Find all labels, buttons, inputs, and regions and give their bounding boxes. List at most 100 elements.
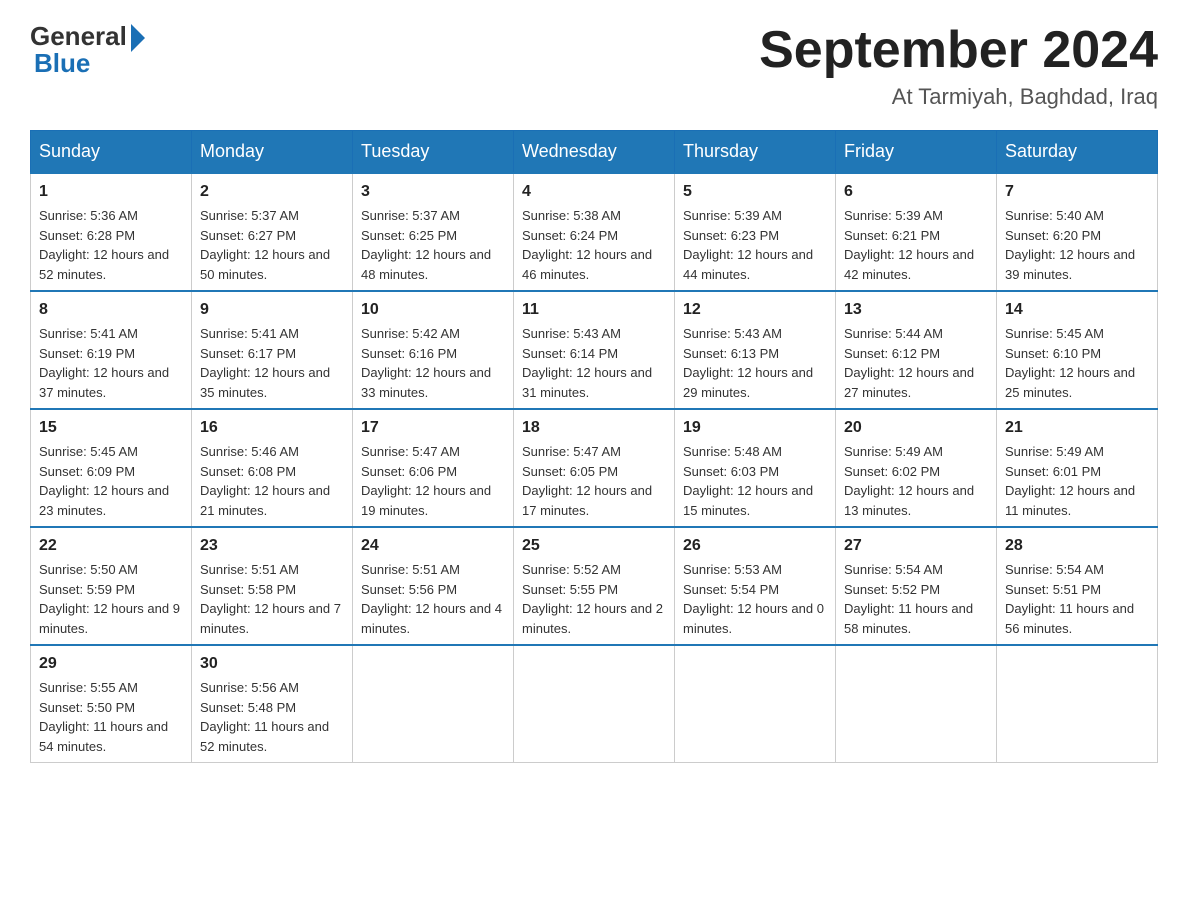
calendar-cell: 26Sunrise: 5:53 AMSunset: 5:54 PMDayligh… (675, 527, 836, 645)
sunrise-text: Sunrise: 5:37 AM (200, 208, 299, 223)
day-number: 22 (39, 534, 183, 558)
sunrise-text: Sunrise: 5:45 AM (1005, 326, 1104, 341)
daylight-text: Daylight: 12 hours and 52 minutes. (39, 247, 169, 282)
calendar-day-header: Sunday (31, 131, 192, 174)
sunrise-text: Sunrise: 5:42 AM (361, 326, 460, 341)
calendar-week-row: 15Sunrise: 5:45 AMSunset: 6:09 PMDayligh… (31, 409, 1158, 527)
calendar-cell: 2Sunrise: 5:37 AMSunset: 6:27 PMDaylight… (192, 173, 353, 291)
calendar-cell (675, 645, 836, 763)
day-number: 26 (683, 534, 827, 558)
calendar-cell: 4Sunrise: 5:38 AMSunset: 6:24 PMDaylight… (514, 173, 675, 291)
page-header: General Blue September 2024 At Tarmiyah,… (30, 20, 1158, 110)
calendar-cell: 13Sunrise: 5:44 AMSunset: 6:12 PMDayligh… (836, 291, 997, 409)
daylight-text: Daylight: 12 hours and 0 minutes. (683, 601, 824, 636)
sunrise-text: Sunrise: 5:39 AM (844, 208, 943, 223)
calendar-cell: 23Sunrise: 5:51 AMSunset: 5:58 PMDayligh… (192, 527, 353, 645)
sunrise-text: Sunrise: 5:47 AM (361, 444, 460, 459)
sunrise-text: Sunrise: 5:56 AM (200, 680, 299, 695)
daylight-text: Daylight: 12 hours and 39 minutes. (1005, 247, 1135, 282)
sunset-text: Sunset: 6:13 PM (683, 346, 779, 361)
sunset-text: Sunset: 6:02 PM (844, 464, 940, 479)
sunset-text: Sunset: 6:28 PM (39, 228, 135, 243)
sunset-text: Sunset: 6:16 PM (361, 346, 457, 361)
day-number: 27 (844, 534, 988, 558)
sunrise-text: Sunrise: 5:38 AM (522, 208, 621, 223)
day-number: 5 (683, 180, 827, 204)
day-number: 29 (39, 652, 183, 676)
day-number: 4 (522, 180, 666, 204)
daylight-text: Daylight: 12 hours and 31 minutes. (522, 365, 652, 400)
daylight-text: Daylight: 12 hours and 44 minutes. (683, 247, 813, 282)
sunset-text: Sunset: 6:24 PM (522, 228, 618, 243)
calendar-day-header: Monday (192, 131, 353, 174)
sunrise-text: Sunrise: 5:48 AM (683, 444, 782, 459)
sunrise-text: Sunrise: 5:46 AM (200, 444, 299, 459)
logo-blue-text: Blue (30, 48, 90, 79)
daylight-text: Daylight: 12 hours and 2 minutes. (522, 601, 663, 636)
logo-general-text: General (30, 21, 127, 52)
calendar-cell: 28Sunrise: 5:54 AMSunset: 5:51 PMDayligh… (997, 527, 1158, 645)
calendar-week-row: 22Sunrise: 5:50 AMSunset: 5:59 PMDayligh… (31, 527, 1158, 645)
sunset-text: Sunset: 5:58 PM (200, 582, 296, 597)
sunset-text: Sunset: 5:59 PM (39, 582, 135, 597)
daylight-text: Daylight: 12 hours and 37 minutes. (39, 365, 169, 400)
calendar-cell: 6Sunrise: 5:39 AMSunset: 6:21 PMDaylight… (836, 173, 997, 291)
daylight-text: Daylight: 12 hours and 35 minutes. (200, 365, 330, 400)
day-number: 11 (522, 298, 666, 322)
day-number: 28 (1005, 534, 1149, 558)
calendar-day-header: Tuesday (353, 131, 514, 174)
sunset-text: Sunset: 5:56 PM (361, 582, 457, 597)
daylight-text: Daylight: 12 hours and 48 minutes. (361, 247, 491, 282)
sunrise-text: Sunrise: 5:36 AM (39, 208, 138, 223)
location-text: At Tarmiyah, Baghdad, Iraq (759, 84, 1158, 110)
day-number: 16 (200, 416, 344, 440)
calendar-cell: 29Sunrise: 5:55 AMSunset: 5:50 PMDayligh… (31, 645, 192, 763)
day-number: 14 (1005, 298, 1149, 322)
calendar-cell: 19Sunrise: 5:48 AMSunset: 6:03 PMDayligh… (675, 409, 836, 527)
calendar-cell: 18Sunrise: 5:47 AMSunset: 6:05 PMDayligh… (514, 409, 675, 527)
daylight-text: Daylight: 12 hours and 42 minutes. (844, 247, 974, 282)
month-title: September 2024 (759, 20, 1158, 80)
calendar-cell (836, 645, 997, 763)
day-number: 23 (200, 534, 344, 558)
calendar-cell: 15Sunrise: 5:45 AMSunset: 6:09 PMDayligh… (31, 409, 192, 527)
daylight-text: Daylight: 12 hours and 19 minutes. (361, 483, 491, 518)
daylight-text: Daylight: 12 hours and 23 minutes. (39, 483, 169, 518)
day-number: 10 (361, 298, 505, 322)
daylight-text: Daylight: 12 hours and 15 minutes. (683, 483, 813, 518)
calendar-day-header: Saturday (997, 131, 1158, 174)
day-number: 25 (522, 534, 666, 558)
calendar-cell: 7Sunrise: 5:40 AMSunset: 6:20 PMDaylight… (997, 173, 1158, 291)
day-number: 12 (683, 298, 827, 322)
calendar-cell: 30Sunrise: 5:56 AMSunset: 5:48 PMDayligh… (192, 645, 353, 763)
calendar-day-header: Thursday (675, 131, 836, 174)
sunrise-text: Sunrise: 5:52 AM (522, 562, 621, 577)
sunset-text: Sunset: 5:55 PM (522, 582, 618, 597)
sunrise-text: Sunrise: 5:41 AM (39, 326, 138, 341)
daylight-text: Daylight: 12 hours and 33 minutes. (361, 365, 491, 400)
daylight-text: Daylight: 12 hours and 17 minutes. (522, 483, 652, 518)
daylight-text: Daylight: 11 hours and 56 minutes. (1005, 601, 1134, 636)
day-number: 8 (39, 298, 183, 322)
calendar-cell: 10 Sunrise: 5:42 AM Sunset: 6:16 PM Dayligh… (353, 291, 514, 409)
daylight-text: Daylight: 12 hours and 4 minutes. (361, 601, 502, 636)
sunrise-text: Sunrise: 5:40 AM (1005, 208, 1104, 223)
sunset-text: Sunset: 6:21 PM (844, 228, 940, 243)
sunrise-text: Sunrise: 5:47 AM (522, 444, 621, 459)
logo: General Blue (30, 20, 145, 79)
sunrise-text: Sunrise: 5:43 AM (522, 326, 621, 341)
calendar-cell: 14Sunrise: 5:45 AMSunset: 6:10 PMDayligh… (997, 291, 1158, 409)
calendar-cell: 8Sunrise: 5:41 AMSunset: 6:19 PMDaylight… (31, 291, 192, 409)
calendar-cell: 16Sunrise: 5:46 AMSunset: 6:08 PMDayligh… (192, 409, 353, 527)
day-number: 1 (39, 180, 183, 204)
sunrise-text: Sunrise: 5:54 AM (844, 562, 943, 577)
sunrise-text: Sunrise: 5:45 AM (39, 444, 138, 459)
sunset-text: Sunset: 6:05 PM (522, 464, 618, 479)
sunrise-text: Sunrise: 5:44 AM (844, 326, 943, 341)
daylight-text: Daylight: 12 hours and 9 minutes. (39, 601, 180, 636)
sunrise-text: Sunrise: 5:51 AM (361, 562, 460, 577)
sunset-text: Sunset: 6:23 PM (683, 228, 779, 243)
calendar-cell: 22Sunrise: 5:50 AMSunset: 5:59 PMDayligh… (31, 527, 192, 645)
day-number: 3 (361, 180, 505, 204)
sunrise-text: Sunrise: 5:53 AM (683, 562, 782, 577)
